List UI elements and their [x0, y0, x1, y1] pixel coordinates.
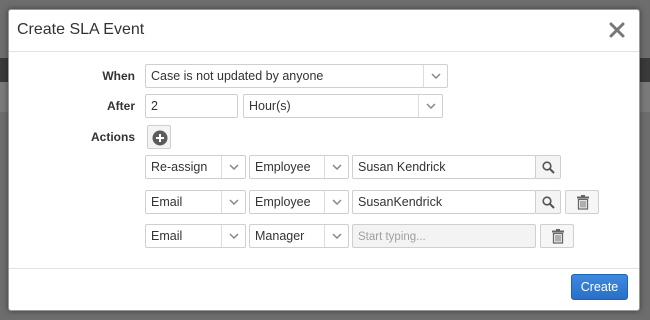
action-row-2-delete-button[interactable]	[565, 190, 599, 214]
chevron-down-icon	[221, 225, 245, 247]
after-amount-input[interactable]: 2	[145, 94, 238, 118]
create-sla-event-dialog: Create SLA Event When Case is not update…	[8, 9, 640, 311]
after-unit-value: Hour(s)	[249, 99, 291, 113]
when-select-value: Case is not updated by anyone	[151, 69, 324, 83]
chevron-down-icon	[324, 191, 348, 213]
action-row-1-action-select[interactable]: Re-assign	[145, 155, 246, 179]
chevron-down-icon	[423, 65, 447, 87]
search-icon	[542, 161, 555, 174]
plus-circle-icon	[152, 130, 168, 146]
trash-icon	[552, 229, 564, 244]
action-row-1-target-value: Employee	[255, 160, 311, 174]
action-row-1-target-select[interactable]: Employee	[249, 155, 349, 179]
action-row-3-value-input[interactable]: Start typing...	[352, 224, 536, 248]
close-icon[interactable]	[609, 22, 625, 38]
action-row-2-search-button[interactable]	[535, 190, 561, 214]
chevron-down-icon	[221, 191, 245, 213]
action-row-3-delete-button[interactable]	[540, 224, 574, 248]
chevron-down-icon	[221, 156, 245, 178]
trash-icon	[577, 195, 589, 210]
after-label: After	[106, 99, 135, 113]
action-row-1-value-input[interactable]: Susan Kendrick	[352, 155, 536, 179]
when-label: When	[102, 69, 135, 83]
action-row-2-target-select[interactable]: Employee	[249, 190, 349, 214]
action-row-2-target-value: Employee	[255, 195, 311, 209]
dialog-header: Create SLA Event	[9, 10, 639, 52]
action-row-3-target-select[interactable]: Manager	[249, 224, 349, 248]
actions-label: Actions	[90, 130, 135, 144]
action-row-3-placeholder: Start typing...	[358, 231, 426, 243]
dialog-footer: Create	[9, 268, 639, 311]
dialog-title: Create SLA Event	[17, 21, 145, 38]
action-row-1-action-value: Re-assign	[151, 160, 208, 174]
when-select[interactable]: Case is not updated by anyone	[145, 64, 448, 88]
action-row-1-search-button[interactable]	[535, 155, 561, 179]
create-button[interactable]: Create	[571, 274, 628, 300]
after-unit-select[interactable]: Hour(s)	[243, 94, 443, 118]
chevron-down-icon	[418, 95, 442, 117]
search-icon	[542, 196, 555, 209]
action-row-3-action-select[interactable]: Email	[145, 224, 246, 248]
action-row-2-action-select[interactable]: Email	[145, 190, 246, 214]
action-row-3-action-value: Email	[151, 229, 183, 243]
chevron-down-icon	[324, 156, 348, 178]
action-row-2-value-input[interactable]: SusanKendrick	[352, 190, 536, 214]
chevron-down-icon	[324, 225, 348, 247]
action-row-2-action-value: Email	[151, 195, 183, 209]
add-action-button[interactable]	[147, 125, 171, 149]
action-row-3-target-value: Manager	[255, 229, 305, 243]
